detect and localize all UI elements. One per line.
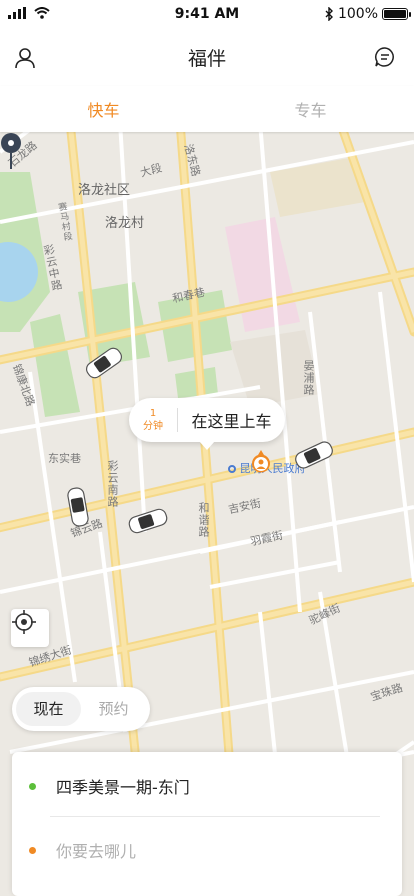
- address-divider: [50, 816, 380, 817]
- time-toggle: 现在 预约: [12, 687, 150, 731]
- nav-bar: 福伴: [0, 30, 414, 86]
- eta-value: 1: [149, 408, 157, 419]
- bluetooth-icon: [325, 7, 333, 21]
- driver-marker-icon[interactable]: [251, 450, 271, 478]
- tab-express[interactable]: 快车: [0, 86, 207, 132]
- map-label: 洛龙社区: [78, 183, 131, 198]
- map-label: 和谐路: [197, 502, 210, 538]
- pickup-pin-icon[interactable]: [0, 132, 22, 170]
- pickup-bubble[interactable]: 1 分钟 在这里上车: [129, 398, 285, 450]
- map-label: 彩云南路: [106, 460, 119, 508]
- pickup-address-row[interactable]: 四季美景一期-东门: [12, 756, 402, 816]
- pickup-label: 在这里上车: [191, 412, 272, 431]
- destination-row[interactable]: 你要去哪儿: [12, 820, 402, 880]
- page-title: 福伴: [187, 48, 226, 70]
- crosshair-icon: [12, 610, 36, 634]
- tab-premium[interactable]: 专车: [207, 86, 414, 132]
- pickup-dot-icon: [29, 782, 36, 790]
- destination-input[interactable]: 你要去哪儿: [56, 838, 136, 862]
- status-bar: 9:41 AM 100%: [0, 0, 414, 30]
- locate-me-button[interactable]: [11, 609, 49, 647]
- address-card: 四季美景一期-东门 你要去哪儿: [12, 752, 402, 896]
- location-dot-icon: [228, 465, 236, 473]
- map-label: 东实巷: [48, 452, 81, 465]
- battery-percent: 100%: [337, 6, 378, 22]
- eta-unit: 分钟: [143, 421, 163, 432]
- destination-dot-icon: [29, 846, 36, 854]
- message-icon: [375, 47, 394, 67]
- toggle-reserve[interactable]: 预约: [81, 692, 146, 726]
- battery-icon: [382, 8, 411, 20]
- messages-button[interactable]: [374, 46, 398, 70]
- pickup-address: 四季美景一期-东门: [56, 778, 190, 797]
- toggle-now[interactable]: 现在: [16, 692, 81, 726]
- map-label: 晏浦路: [302, 360, 315, 396]
- eta-display: 1 分钟: [129, 407, 177, 433]
- map-label: 洛龙村: [105, 216, 145, 231]
- service-tabs: 快车 专车: [0, 86, 414, 132]
- status-right: 100%: [325, 6, 411, 22]
